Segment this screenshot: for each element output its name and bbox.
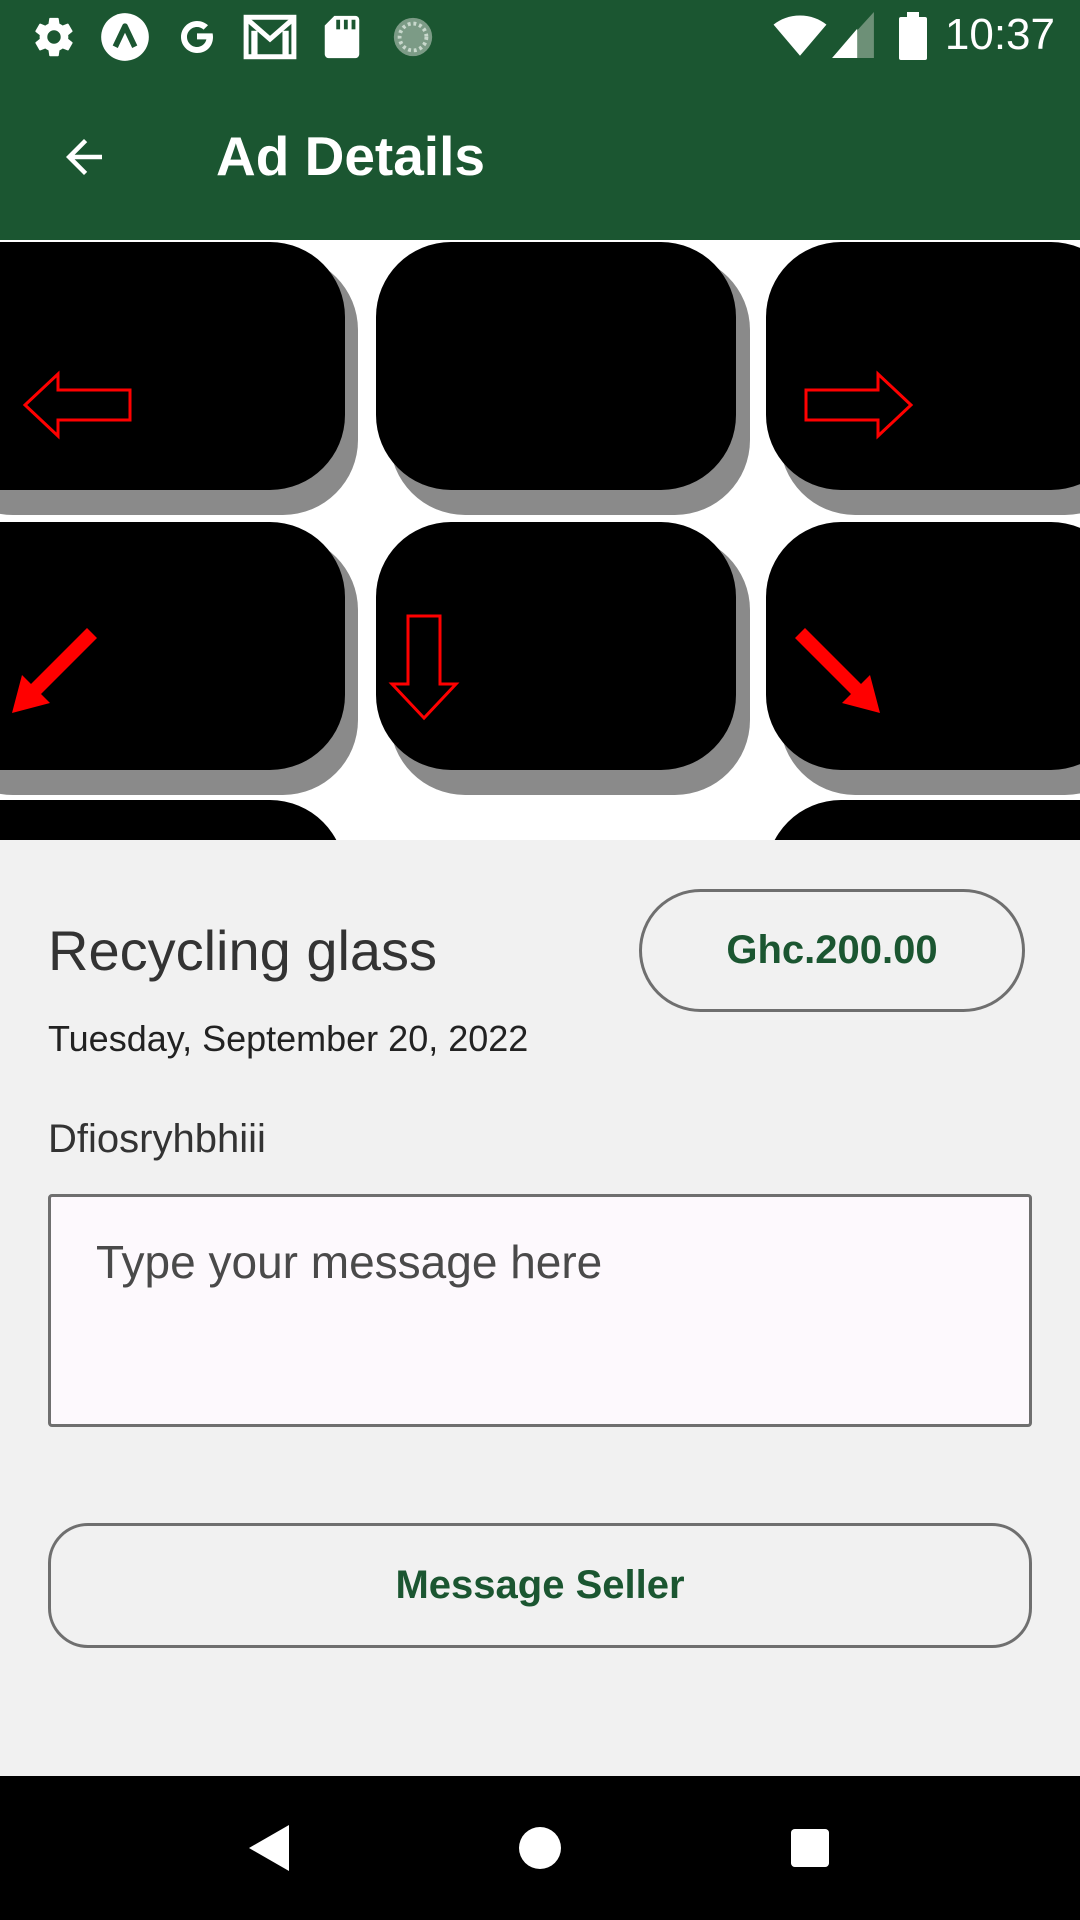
message-field-container xyxy=(48,1194,1032,1427)
a-circle-icon xyxy=(101,13,149,61)
google-g-icon xyxy=(181,21,213,53)
cell-signal-icon xyxy=(832,12,874,58)
battery-icon xyxy=(899,12,927,60)
app-bar: Ad Details xyxy=(0,74,1080,240)
back-button[interactable] xyxy=(38,111,130,203)
nav-back-button[interactable] xyxy=(198,1776,342,1920)
sd-card-icon xyxy=(324,15,360,59)
status-bar: 10:37 xyxy=(0,0,1080,74)
nav-recents-button[interactable] xyxy=(738,1776,882,1920)
gear-icon xyxy=(35,17,73,57)
ad-title: Recycling glass xyxy=(48,919,438,982)
ad-image xyxy=(0,240,1080,840)
ad-description: Dfiosryhbhiii xyxy=(48,1117,266,1161)
gmail-icon xyxy=(243,14,297,60)
ad-image-graphic xyxy=(0,242,1080,840)
status-time: 10:37 xyxy=(944,10,1055,59)
system-nav-bar xyxy=(0,1776,1080,1920)
wifi-icon xyxy=(773,15,827,56)
ad-date: Tuesday, September 20, 2022 xyxy=(48,1018,529,1059)
nav-home-button[interactable] xyxy=(468,1776,612,1920)
loading-icon xyxy=(393,17,433,57)
recents-square-icon xyxy=(791,1829,829,1867)
page-title: Ad Details xyxy=(216,125,485,187)
message-seller-button[interactable]: Message Seller xyxy=(48,1523,1032,1648)
message-input[interactable] xyxy=(96,1235,984,1386)
price-button[interactable]: Ghc.200.00 xyxy=(639,889,1025,1012)
home-circle-icon xyxy=(519,1827,561,1869)
back-triangle-icon xyxy=(249,1825,289,1871)
arrow-back-icon xyxy=(66,139,102,175)
